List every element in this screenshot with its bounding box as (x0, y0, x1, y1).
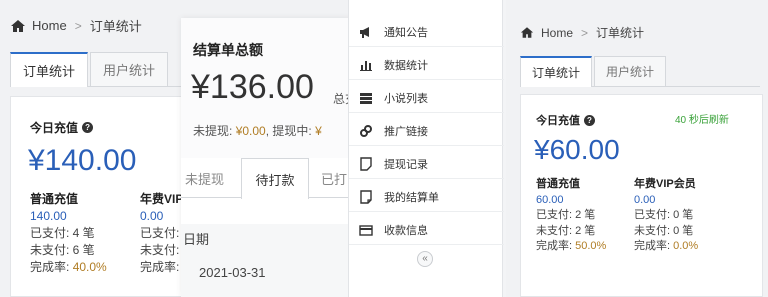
menu-item-withdraw-records[interactable]: 提现记录 (349, 149, 504, 179)
today-amount: ¥60.00 (534, 134, 620, 165)
vip-rate-label: 完成率: (634, 240, 671, 252)
withdraw-summary: 未提现: ¥0.00, 提现中: ¥ (193, 122, 322, 139)
bar-chart-icon (359, 58, 373, 72)
menu-item-payment-info[interactable]: 收款信息 (349, 215, 504, 245)
not-withdrawn-value: ¥0.00 (235, 124, 266, 138)
vip-paid: 已支付: 0 笔 (634, 209, 694, 221)
breadcrumb-current: 订单统计 (596, 26, 645, 40)
menu-item-my-settlements[interactable]: 我的结算单 (349, 182, 504, 212)
regular-recharge-column: 普通充值 60.00 已支付: 2 笔 未支付: 2 笔 完成率: 50.0% (536, 177, 606, 255)
menu-label: 推广链接 (384, 125, 428, 138)
menu-label: 收款信息 (384, 224, 428, 237)
menu-label: 数据统计 (384, 59, 428, 72)
vip-unpaid: 未支付: 0 笔 (634, 224, 694, 237)
vip-column: 年费VIP会员 0.00 已支付: 0 笔 未支付: 0 笔 完成率: 0.0% (634, 177, 698, 255)
megaphone-icon (359, 25, 373, 39)
vip-label: 年费VIP (140, 192, 184, 206)
breadcrumb-separator: > (74, 18, 82, 33)
breadcrumb-home[interactable]: Home (32, 18, 67, 33)
date-header: 日期 (183, 232, 210, 247)
regular-unpaid: 未支付: 6 笔 (30, 243, 95, 257)
regular-label: 普通充值 (536, 178, 580, 190)
tab-user-stats[interactable]: 用户统计 (90, 52, 169, 86)
regular-paid: 已支付: 4 笔 (30, 226, 95, 240)
tab-order-stats[interactable]: 订单统计 (10, 52, 89, 87)
collapse-left-icon[interactable]: « (417, 251, 433, 267)
menu-item-notices[interactable]: 通知公告 (349, 17, 504, 47)
regular-value: 60.00 (536, 193, 564, 206)
withdraw-tabs-panel: 未提现 待打款 已打 日期 2021-03-31 (181, 158, 351, 297)
tab-user-stats[interactable]: 用户统计 (594, 56, 667, 86)
regular-paid: 已支付: 2 笔 (536, 209, 596, 221)
settlement-amount: ¥136.00 (191, 68, 314, 106)
menu-label: 小说列表 (384, 92, 428, 105)
vip-value: 0.00 (634, 193, 656, 206)
breadcrumb-separator: > (581, 25, 589, 40)
regular-label: 普通充值 (30, 192, 79, 206)
vip-paid: 已支付: (140, 226, 180, 240)
regular-unpaid: 未支付: 2 笔 (536, 224, 596, 237)
menu-item-promo-links[interactable]: 推广链接 (349, 116, 504, 146)
vip-rate-row: 完成率: 0.0% (634, 239, 698, 255)
tab-bar: 订单统计 用户统计 (520, 56, 760, 87)
not-withdrawn-label: 未提现: (193, 124, 233, 138)
today-amount: ¥140.00 (28, 144, 137, 177)
document-icon (359, 189, 373, 204)
refresh-countdown: 40 秒后刷新 (675, 115, 729, 126)
vip-rate: 0.0% (673, 240, 699, 252)
withdraw-separator: , (265, 124, 270, 138)
tab-paid[interactable]: 已打 (321, 169, 347, 188)
kpi-title-text: 今日充值 (536, 115, 580, 127)
breadcrumb: Home > 订单统计 (10, 16, 142, 35)
regular-value: 140.00 (30, 209, 67, 223)
breadcrumb-home[interactable]: Home (541, 26, 573, 40)
note-icon (359, 156, 373, 171)
vip-value: 0.00 (140, 209, 164, 223)
regular-rate: 40.0% (72, 260, 107, 274)
regular-rate: 50.0% (575, 240, 607, 252)
withdraw-tab-bar: 未提现 待打款 已打 (181, 158, 351, 199)
vip-unpaid: 未支付: (140, 243, 180, 257)
kpi-title: 今日充值 ? (536, 112, 595, 128)
question-circle-icon[interactable]: ? (82, 122, 94, 133)
regular-recharge-column: 普通充值 140.00 已支付: 4 笔 未支付: 6 笔 完成率: 40.0% (30, 191, 107, 276)
kpi-title-text: 今日充值 (30, 121, 79, 135)
menu-label: 通知公告 (384, 26, 428, 39)
regular-rate-row: 完成率: 40.0% (30, 259, 107, 276)
link-icon (359, 124, 373, 138)
date-value: 2021-03-31 (199, 265, 266, 280)
tab-not-withdrawn[interactable]: 未提现 (185, 169, 224, 188)
menu-item-novels[interactable]: 小说列表 (349, 83, 504, 113)
regular-rate-label: 完成率: (536, 240, 573, 252)
menu-label: 我的结算单 (384, 191, 439, 204)
question-circle-icon[interactable]: ? (584, 114, 595, 126)
side-menu: 通知公告 数据统计 小说列表 推广链接 提现记录 我的结算单 收款信息 « (348, 0, 504, 297)
regular-rate-label: 完成率: (30, 260, 70, 274)
breadcrumb-current: 订单统计 (89, 19, 142, 34)
menu-item-statistics[interactable]: 数据统计 (349, 50, 504, 80)
kpi-title: 今日充值 ? (30, 119, 94, 136)
withdrawing-label: 提现中: (272, 124, 312, 138)
home-icon[interactable] (10, 19, 26, 33)
vip-label: 年费VIP会员 (634, 178, 696, 190)
tab-pending-payment[interactable]: 待打款 (242, 170, 308, 189)
list-icon (359, 91, 373, 105)
regular-rate-row: 完成率: 50.0% (536, 239, 606, 255)
menu-label: 提现记录 (384, 158, 428, 171)
tab-pending-payment-box[interactable]: 待打款 (241, 158, 309, 199)
vip-column: 年费VIP 0.00 已支付: 未支付: 完成率: (140, 191, 183, 276)
right-panel: Home > 订单统计 订单统计 用户统计 今日充值 ? 40 秒后刷新 ¥60… (506, 0, 768, 297)
settlement-title: 结算单总额 (193, 42, 263, 58)
tab-order-stats[interactable]: 订单统计 (520, 56, 593, 87)
breadcrumb: Home > 订单统计 (520, 24, 644, 41)
home-icon[interactable] (520, 26, 536, 40)
withdrawing-value: ¥ (315, 124, 322, 138)
credit-card-icon (359, 223, 373, 237)
vip-rate-label: 完成率: (140, 260, 180, 274)
